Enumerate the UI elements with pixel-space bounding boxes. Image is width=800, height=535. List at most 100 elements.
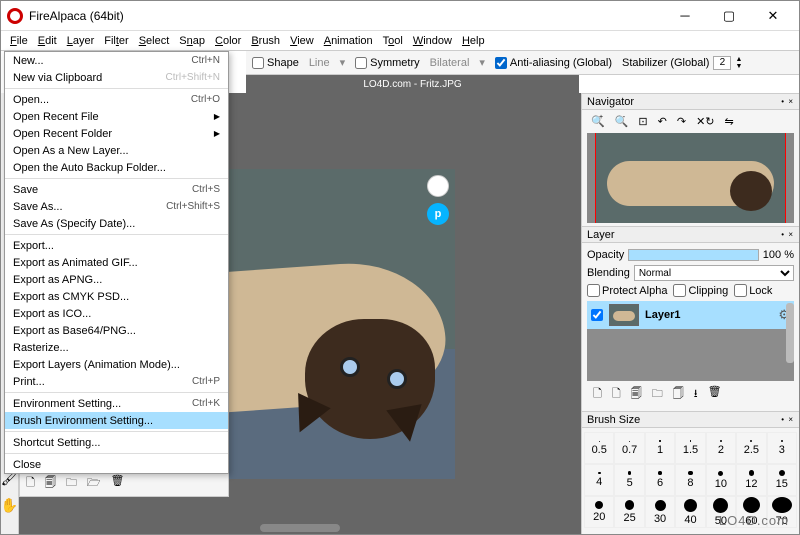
brush-size-cell[interactable]: 0.5 <box>584 432 614 464</box>
menu-item[interactable]: Brush Environment Setting... <box>5 412 228 429</box>
document-tab[interactable]: LO4D.com - Fritz.JPG <box>246 75 579 93</box>
close-button[interactable]: ✕ <box>759 1 787 31</box>
menu-item[interactable]: Shortcut Setting... <box>5 434 228 451</box>
menu-file[interactable]: File <box>5 33 33 49</box>
brush-size-cell[interactable]: 3 <box>767 432 797 464</box>
merge-icon[interactable]: 🗍 <box>673 385 684 404</box>
tool-options-bar: Shape Line ▾ Symmetry Bilateral ▾ Anti-a… <box>246 51 799 75</box>
new-layer-icon[interactable]: 🗋 <box>593 385 602 404</box>
download-layer-icon[interactable]: ⭳ <box>694 385 698 404</box>
menu-item[interactable]: Export as ICO... <box>5 305 228 322</box>
menu-edit[interactable]: Edit <box>33 33 62 49</box>
menu-item[interactable]: Export as CMYK PSD... <box>5 288 228 305</box>
menu-view[interactable]: View <box>285 33 319 49</box>
new-folder-layer-icon[interactable]: 🗋 <box>612 385 621 404</box>
menu-item[interactable]: Close <box>5 456 228 473</box>
menu-tool[interactable]: Tool <box>378 33 408 49</box>
brush-size-cell[interactable]: 15 <box>767 464 797 496</box>
zoom-out-icon[interactable]: 🔍- <box>615 115 629 128</box>
opacity-slider[interactable] <box>628 249 759 261</box>
menu-filter[interactable]: Filter <box>99 33 133 49</box>
duplicate-layer-icon[interactable]: 🗐 <box>631 385 642 404</box>
menu-item[interactable]: Environment Setting...Ctrl+K <box>5 395 228 412</box>
brush-folder-icon[interactable]: 🗀 <box>66 474 77 493</box>
brush-size-cell[interactable]: 1.5 <box>675 432 705 464</box>
brush-size-cell[interactable]: 0.7 <box>614 432 644 464</box>
title-bar: FireAlpaca (64bit) ─ ▢ ✕ <box>1 1 799 31</box>
menu-item[interactable]: Open the Auto Backup Folder... <box>5 159 228 176</box>
brush-size-cell[interactable]: 8 <box>675 464 705 496</box>
maximize-button[interactable]: ▢ <box>715 1 743 31</box>
horizontal-scrollbar[interactable] <box>260 524 340 532</box>
menu-color[interactable]: Color <box>210 33 246 49</box>
duplicate-brush-icon[interactable]: 🗐 <box>45 474 56 493</box>
hand-tool-icon[interactable]: ✋ <box>1 497 18 514</box>
menu-item[interactable]: New...Ctrl+N <box>5 52 228 69</box>
lock-checkbox[interactable]: Lock <box>734 284 772 297</box>
brush-size-cell[interactable]: 20 <box>584 496 614 528</box>
navigator-panel-title[interactable]: Navigator• × <box>582 93 799 110</box>
folder-icon[interactable]: 🗀 <box>652 385 663 404</box>
menu-snap[interactable]: Snap <box>174 33 210 49</box>
menu-item[interactable]: SaveCtrl+S <box>5 181 228 198</box>
menu-brush[interactable]: Brush <box>246 33 285 49</box>
layer-panel-title[interactable]: Layer• × <box>582 226 799 243</box>
flip-icon[interactable]: ⇋ <box>725 115 734 128</box>
symmetry-value[interactable]: Bilateral <box>430 57 470 69</box>
brush-size-cell[interactable]: 30 <box>645 496 675 528</box>
opacity-label: Opacity <box>587 249 624 261</box>
brush-size-cell[interactable]: 4 <box>584 464 614 496</box>
layer-item[interactable]: Layer1 ⚙ <box>587 301 794 329</box>
layer-list[interactable]: Layer1 ⚙ <box>587 301 794 381</box>
overlay-badge-2[interactable]: p <box>427 203 449 225</box>
layer-scrollbar[interactable] <box>786 303 794 363</box>
brush-size-cell[interactable]: 1 <box>645 432 675 464</box>
brush-size-cell[interactable]: 12 <box>736 464 766 496</box>
blending-select[interactable]: Normal <box>634 265 794 281</box>
delete-brush-icon[interactable]: 🗑 <box>111 474 125 493</box>
menu-item[interactable]: Rasterize... <box>5 339 228 356</box>
menu-item[interactable]: Open Recent Folder▶ <box>5 125 228 142</box>
brush-size-cell[interactable]: 2 <box>706 432 736 464</box>
zoom-in-icon[interactable]: 🔍+ <box>591 115 605 128</box>
fit-icon[interactable]: ⊡ <box>638 115 647 128</box>
brush-import-icon[interactable]: 🗁 <box>87 474 101 493</box>
menu-item[interactable]: Open As a New Layer... <box>5 142 228 159</box>
menu-item[interactable]: Open...Ctrl+O <box>5 91 228 108</box>
minimize-button[interactable]: ─ <box>671 1 699 31</box>
menu-item[interactable]: Open Recent File▶ <box>5 108 228 125</box>
reset-rotation-icon[interactable]: ✕↻ <box>696 115 714 128</box>
layer-visibility-checkbox[interactable] <box>591 309 603 321</box>
brush-size-cell[interactable]: 10 <box>706 464 736 496</box>
menu-item[interactable]: Export as Base64/PNG... <box>5 322 228 339</box>
add-brush-icon[interactable]: 🗋 <box>26 474 35 493</box>
menu-window[interactable]: Window <box>408 33 457 49</box>
symmetry-checkbox[interactable]: Symmetry <box>355 57 420 69</box>
rotate-ccw-icon[interactable]: ↶ <box>658 115 667 128</box>
navigator-thumbnail[interactable] <box>587 133 794 223</box>
antialias-checkbox[interactable]: Anti-aliasing (Global) <box>495 57 612 69</box>
brush-size-panel-title[interactable]: Brush Size• × <box>582 411 799 428</box>
menu-select[interactable]: Select <box>134 33 175 49</box>
menu-layer[interactable]: Layer <box>62 33 100 49</box>
brush-size-cell[interactable]: 5 <box>614 464 644 496</box>
clipping-checkbox[interactable]: Clipping <box>673 284 728 297</box>
stabilizer-control[interactable]: Stabilizer (Global) ▲▼ <box>622 56 742 70</box>
brush-size-cell[interactable]: 2.5 <box>736 432 766 464</box>
menu-help[interactable]: Help <box>457 33 490 49</box>
shape-value[interactable]: Line <box>309 57 330 69</box>
delete-layer-icon[interactable]: 🗑 <box>708 385 722 404</box>
brush-size-cell[interactable]: 6 <box>645 464 675 496</box>
protect-alpha-checkbox[interactable]: Protect Alpha <box>587 284 667 297</box>
menu-item[interactable]: Print...Ctrl+P <box>5 373 228 390</box>
rotate-cw-icon[interactable]: ↷ <box>677 115 686 128</box>
menu-animation[interactable]: Animation <box>319 33 378 49</box>
shape-checkbox[interactable]: Shape <box>252 57 299 69</box>
layer-name: Layer1 <box>645 309 772 321</box>
brush-size-cell[interactable]: 25 <box>614 496 644 528</box>
menu-item[interactable]: Save As...Ctrl+Shift+S <box>5 198 228 215</box>
overlay-badge-1[interactable] <box>427 175 449 197</box>
menu-item[interactable]: Save As (Specify Date)... <box>5 215 228 232</box>
menu-item[interactable]: Export... <box>5 237 228 254</box>
brush-size-cell[interactable]: 40 <box>675 496 705 528</box>
